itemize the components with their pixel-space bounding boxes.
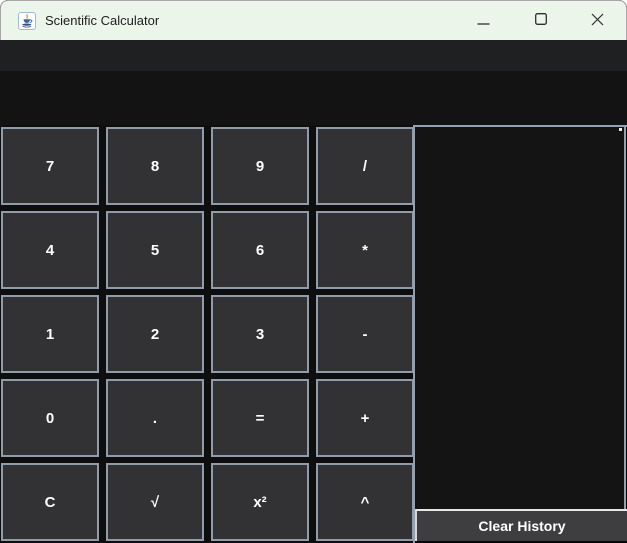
key-decimal[interactable]: . xyxy=(106,379,204,457)
key-4[interactable]: 4 xyxy=(1,211,99,289)
window-controls xyxy=(455,1,626,40)
history-panel: Clear History xyxy=(413,125,627,543)
close-button[interactable] xyxy=(569,1,626,40)
java-coffee-cup-icon xyxy=(18,11,36,30)
keypad: 7 8 9 / 4 5 6 * 1 2 3 - 0 . = + C √ x² ^ xyxy=(0,125,414,543)
titlebar: Scientific Calculator xyxy=(0,0,627,40)
maximize-icon xyxy=(534,13,547,28)
minimize-button[interactable] xyxy=(455,1,512,40)
key-9[interactable]: 9 xyxy=(211,127,309,205)
key-8[interactable]: 8 xyxy=(106,127,204,205)
key-divide[interactable]: / xyxy=(316,127,414,205)
minimize-icon xyxy=(477,13,490,28)
display-field[interactable] xyxy=(0,40,627,71)
calculator-window: Scientific Calculator 7 8 9 / 4 5 6 * 1 … xyxy=(0,0,627,543)
clear-history-button[interactable]: Clear History xyxy=(415,509,627,541)
key-5[interactable]: 5 xyxy=(106,211,204,289)
window-title: Scientific Calculator xyxy=(45,13,160,28)
display-expression-panel xyxy=(0,71,627,125)
key-power[interactable]: ^ xyxy=(316,463,414,541)
key-equals[interactable]: = xyxy=(211,379,309,457)
main-area: 7 8 9 / 4 5 6 * 1 2 3 - 0 . = + C √ x² ^ xyxy=(0,125,627,543)
key-clear[interactable]: C xyxy=(1,463,99,541)
history-list[interactable] xyxy=(415,127,626,509)
close-icon xyxy=(591,13,604,29)
maximize-button[interactable] xyxy=(512,1,569,40)
key-1[interactable]: 1 xyxy=(1,295,99,373)
key-multiply[interactable]: * xyxy=(316,211,414,289)
key-subtract[interactable]: - xyxy=(316,295,414,373)
key-7[interactable]: 7 xyxy=(1,127,99,205)
key-0[interactable]: 0 xyxy=(1,379,99,457)
key-3[interactable]: 3 xyxy=(211,295,309,373)
history-scroll-corner xyxy=(619,128,622,131)
key-sqrt[interactable]: √ xyxy=(106,463,204,541)
key-2[interactable]: 2 xyxy=(106,295,204,373)
key-square[interactable]: x² xyxy=(211,463,309,541)
key-6[interactable]: 6 xyxy=(211,211,309,289)
key-add[interactable]: + xyxy=(316,379,414,457)
